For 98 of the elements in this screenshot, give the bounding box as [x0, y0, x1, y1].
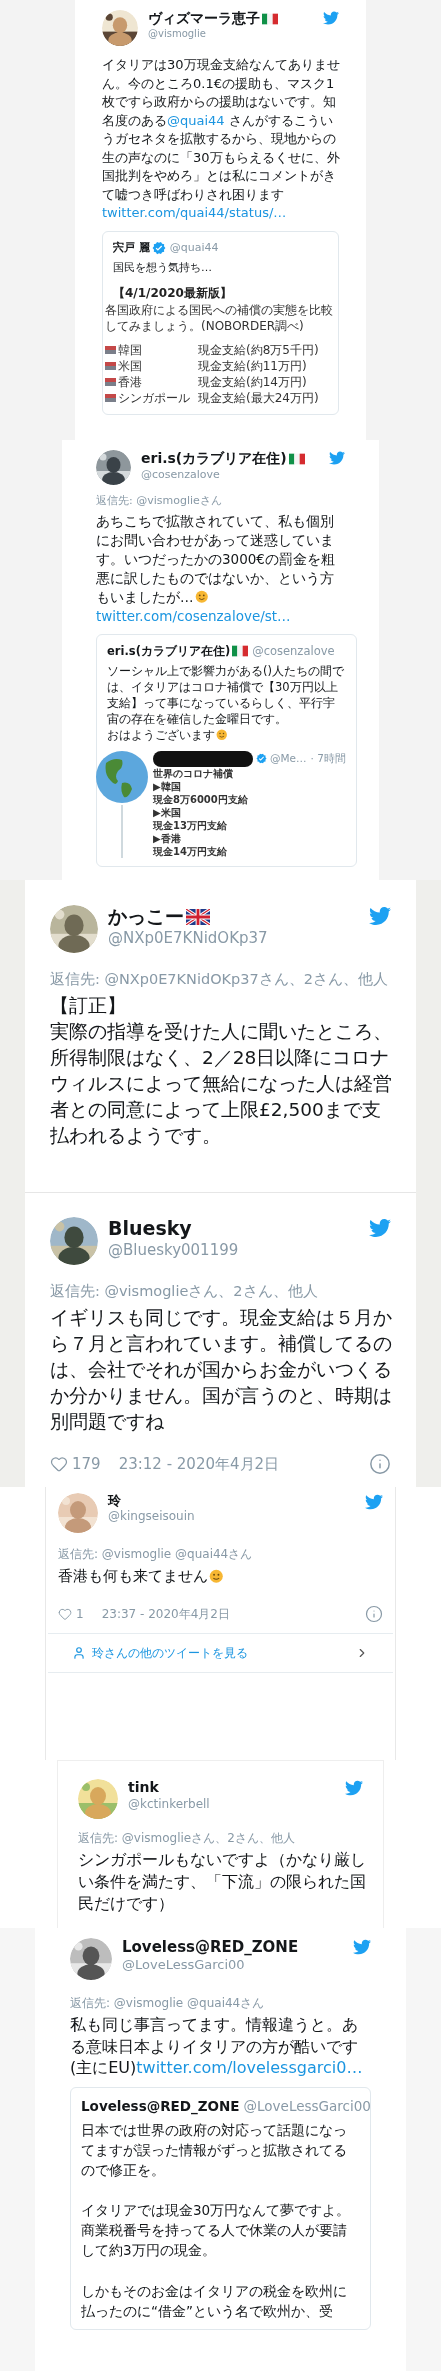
display-name[interactable]: eri.s(カラブリア在住): [141, 450, 287, 468]
flag-icon: [105, 345, 116, 354]
emoji-icon: [194, 590, 208, 604]
reply-to-label: 返信先: @NXp0E7KNidOKp37さん、2さん、他人: [50, 970, 389, 989]
heart-icon[interactable]: [58, 1607, 72, 1621]
quoted-text: イタリアでは現金30万円なんて夢ですよ。: [81, 2201, 352, 2221]
embedded-text: ▶米国: [153, 805, 182, 819]
user-handle[interactable]: @kctinkerbell: [128, 1796, 345, 1812]
twitter-bird-icon[interactable]: [323, 10, 339, 26]
url-link[interactable]: twitter.com/lovelessgarci0…: [136, 2058, 363, 2077]
user-handle[interactable]: @quai44: [169, 239, 219, 256]
embedded-text: 世界のコロナ補償: [153, 766, 234, 780]
url-link[interactable]: twitter.com/cosenzalove/st…: [96, 607, 291, 624]
display-name[interactable]: Loveless@RED_ZONE: [122, 1938, 299, 1957]
emoji-icon: [209, 1568, 224, 1583]
quoted-tweet[interactable]: Loveless@RED_ZONE @LoveLessGarci00 日本では世界の政府の対応って話題になってますが誤った情報がずっと拡散されてるので修正を。 イタリアでは現金30万円なんて夢ですよ。 商業税番号を持ってる人で休業の人が要請して約3万円の現金。 しかもそのお金はイタリアの税金を欧州に払ったのに“借金”という名で欧州か、受: [70, 2086, 371, 2331]
emoji-icon: [216, 729, 228, 741]
quoted-tweet[interactable]: 宍戸 麗 @quai44 国民を想う気持ち… 【4/1/2020最新版】 各国政府による国民への補償の実態を比較してみましょう。(NOBORDER調べ) 韓国 現金支給(約8万5千円) 米国 現金支給(約11万円) 香港 現金支給(約14万円) シンガポール 現金支給(最大24万円): [102, 230, 339, 415]
like-count: 179: [72, 1453, 101, 1475]
display-name[interactable]: Loveless@RED_ZONE: [81, 2095, 240, 2116]
quoted-text: 日本では世界の政府の対応って話題になってますが誤った情報がずっと拡散されてるので修正を。: [81, 2120, 348, 2180]
display-name[interactable]: Bluesky: [108, 1217, 192, 1241]
verified-icon: [256, 753, 267, 764]
country-label: 香港: [118, 373, 143, 390]
embedded-text: 現金14万円支給: [153, 844, 228, 858]
user-handle: @Me…: [270, 750, 307, 766]
quoted-text: おはようございます: [107, 726, 346, 743]
info-icon[interactable]: [365, 1605, 383, 1623]
display-name[interactable]: tink: [128, 1779, 159, 1797]
reply-to-label: 返信先: @vismoglieさん、2さん、他人: [78, 1830, 296, 1847]
twitter-bird-icon[interactable]: [365, 1493, 383, 1511]
amount-label: 現金支給(最大24万円): [198, 389, 319, 406]
amount-label: 現金支給(約14万円): [198, 373, 307, 390]
twitter-bird-icon[interactable]: [345, 1779, 363, 1797]
tweet-text: あちこちで拡散されていて、私も個別にお問い合わせがあって迷惑しています。いつだったかの3000€の罰金を粗悪に訳したものではないか、という方もいましたが… twitter.com/cosenzalove/st…: [96, 511, 336, 626]
tweet-text: イタリアは30万現金支給なんてありません。今のところ0.1€の援助も、マスク1枚ですら政府からの援助はないです。知名度のある@quai44 さんがするこういうガセネタを拡散するから、現地からの生の声なのに「30万もらえるくせに、外国批判をやめろ」とは私にコメントがきて嘘つき呼ばわりされ困ります twitter.com/quai44/status/…: [102, 56, 340, 222]
twitter-bird-icon[interactable]: [329, 450, 345, 466]
user-handle[interactable]: @cosenzalove: [141, 467, 329, 482]
amount-label: 現金支給(約11万円): [198, 357, 307, 374]
embedded-text: ▶香港: [153, 831, 182, 845]
person-icon: [72, 1646, 86, 1660]
like-count: 1: [76, 1606, 84, 1623]
image-heading: 【4/1/2020最新版】: [112, 284, 233, 302]
flag-icon: [288, 452, 305, 465]
country-label: シンガポール: [118, 389, 191, 406]
display-name[interactable]: かっこー: [108, 905, 184, 929]
embedded-text: 現金13万円支給: [153, 818, 228, 832]
globe-icon: [96, 750, 148, 803]
embedded-text: 現金8万6000円支給: [153, 792, 249, 806]
reply-to-label: 返信先: @vismoglie @quai44さん: [70, 1995, 266, 2012]
reply-to-label: 返信先: @vismoglieさん: [96, 493, 223, 509]
twitter-bird-icon[interactable]: [353, 1938, 371, 1956]
tweet-text: 実際の指導を受けた人に聞いたところ、所得制限はなく、2／28日以降にコロナウィルスによって無給になった人は経営者との同意によって上限£2,500まで支払われるようです。: [50, 1019, 393, 1148]
tweet-text: 【訂正】: [50, 993, 127, 1018]
tweet-time: 23:12 - 2020年4月2日: [118, 1453, 281, 1475]
user-handle[interactable]: @NXp0E7KNidOKp37: [108, 928, 369, 948]
image-caption: 各国政府による国民への補償の実態を比較してみましょう。(NOBORDER調べ): [105, 301, 334, 334]
twitter-bird-icon[interactable]: [369, 905, 391, 927]
display-name[interactable]: ヴィズマーラ恵子: [148, 10, 260, 28]
tweet-text: シンガポールもないですよ（かなり厳しい条件を満たす、「下流」の限られた国民だけです）: [78, 1850, 367, 1915]
quoted-text: 国民を想う気持ち…: [113, 259, 213, 276]
flag-icon: [105, 393, 116, 402]
embedded-text: ▶韓国: [153, 779, 182, 793]
flag-icon: [262, 12, 278, 25]
tweet-time: 23:37 - 2020年4月2日: [101, 1606, 231, 1623]
quoted-tweet[interactable]: eri.s(カラブリア在住) @cosenzalove ソーシャル上で影響力がある()人たちの間では、イタリアはコロナ補償で【30万円以上支給】って事になっているらしく、平行宇宙の存在を確信した金曜日です。 おはようございます @Me… · 7時間 世界のコロナ補償 ▶韓国 現金8万6000円支給 ▶米国 現金13万円支給 ▶香港 現金14万円支給: [96, 633, 357, 867]
reply-to-label: 返信先: @vismoglie @quai44さん: [58, 1546, 254, 1563]
user-handle[interactable]: @cosenzalove: [252, 642, 335, 659]
flag-icon: [105, 377, 116, 386]
user-handle[interactable]: @kingseisouin: [108, 1509, 365, 1525]
tweet-text: 香港も何も来てません: [58, 1565, 358, 1587]
user-handle[interactable]: @Bluesky001199: [108, 1240, 369, 1260]
more-tweets-link[interactable]: 玲さんの他のツイートを見る: [48, 1633, 393, 1673]
country-label: 米国: [118, 357, 143, 374]
user-handle[interactable]: @LoveLessGarci00: [122, 1956, 353, 1973]
tweet-text: イギリスも同じです。現金支給は５月から７月と言われています。補償してるのは、会社でそれが国からお金がいつくるか分かりません。国が言うのと、時期は別問題ですね: [50, 1305, 393, 1434]
quoted-text: 商業税番号を持ってる人で休業の人が要請して約3万円の現金。: [81, 2221, 348, 2261]
display-name[interactable]: 宍戸 麗: [113, 239, 150, 256]
tweet-time: · 7時間: [310, 750, 346, 766]
heart-icon[interactable]: [50, 1455, 68, 1473]
reply-to-label: 返信先: @vismoglieさん、2さん、他人: [50, 1282, 319, 1301]
quoted-text: しかもそのお金はイタリアの税金を欧州に払ったのに“借金”という名で欧州か、受: [81, 2282, 348, 2322]
user-handle[interactable]: @LoveLessGarci00: [243, 2095, 371, 2116]
flag-icon: [186, 908, 210, 925]
country-label: 韓国: [118, 341, 143, 358]
flag-icon: [105, 361, 116, 370]
quoted-text: ソーシャル上で影響力がある()人たちの間では、イタリアはコロナ補償で【30万円以上支給】って事になっているらしく、平行宇宙の存在を確信した金曜日です。: [107, 662, 345, 727]
info-icon[interactable]: [369, 1453, 391, 1475]
url-link[interactable]: twitter.com/quai44/status/…: [102, 205, 287, 220]
mention-link[interactable]: @quai44: [167, 112, 225, 128]
user-handle[interactable]: @vismoglie: [148, 27, 323, 40]
amount-label: 現金支給(約8万5千円): [198, 341, 319, 358]
twitter-bird-icon[interactable]: [369, 1217, 391, 1239]
display-name[interactable]: 玲: [108, 1493, 121, 1510]
tweet-text: 私も同じ事言ってます。情報違うと。ある意味日本よりイタリアの方が酷いです(主にEU)twitter.com/lovelessgarci0…: [70, 2014, 364, 2079]
verified-icon: [151, 240, 166, 255]
display-name[interactable]: eri.s(カラブリア在住): [107, 642, 231, 659]
flag-icon: [232, 644, 249, 657]
